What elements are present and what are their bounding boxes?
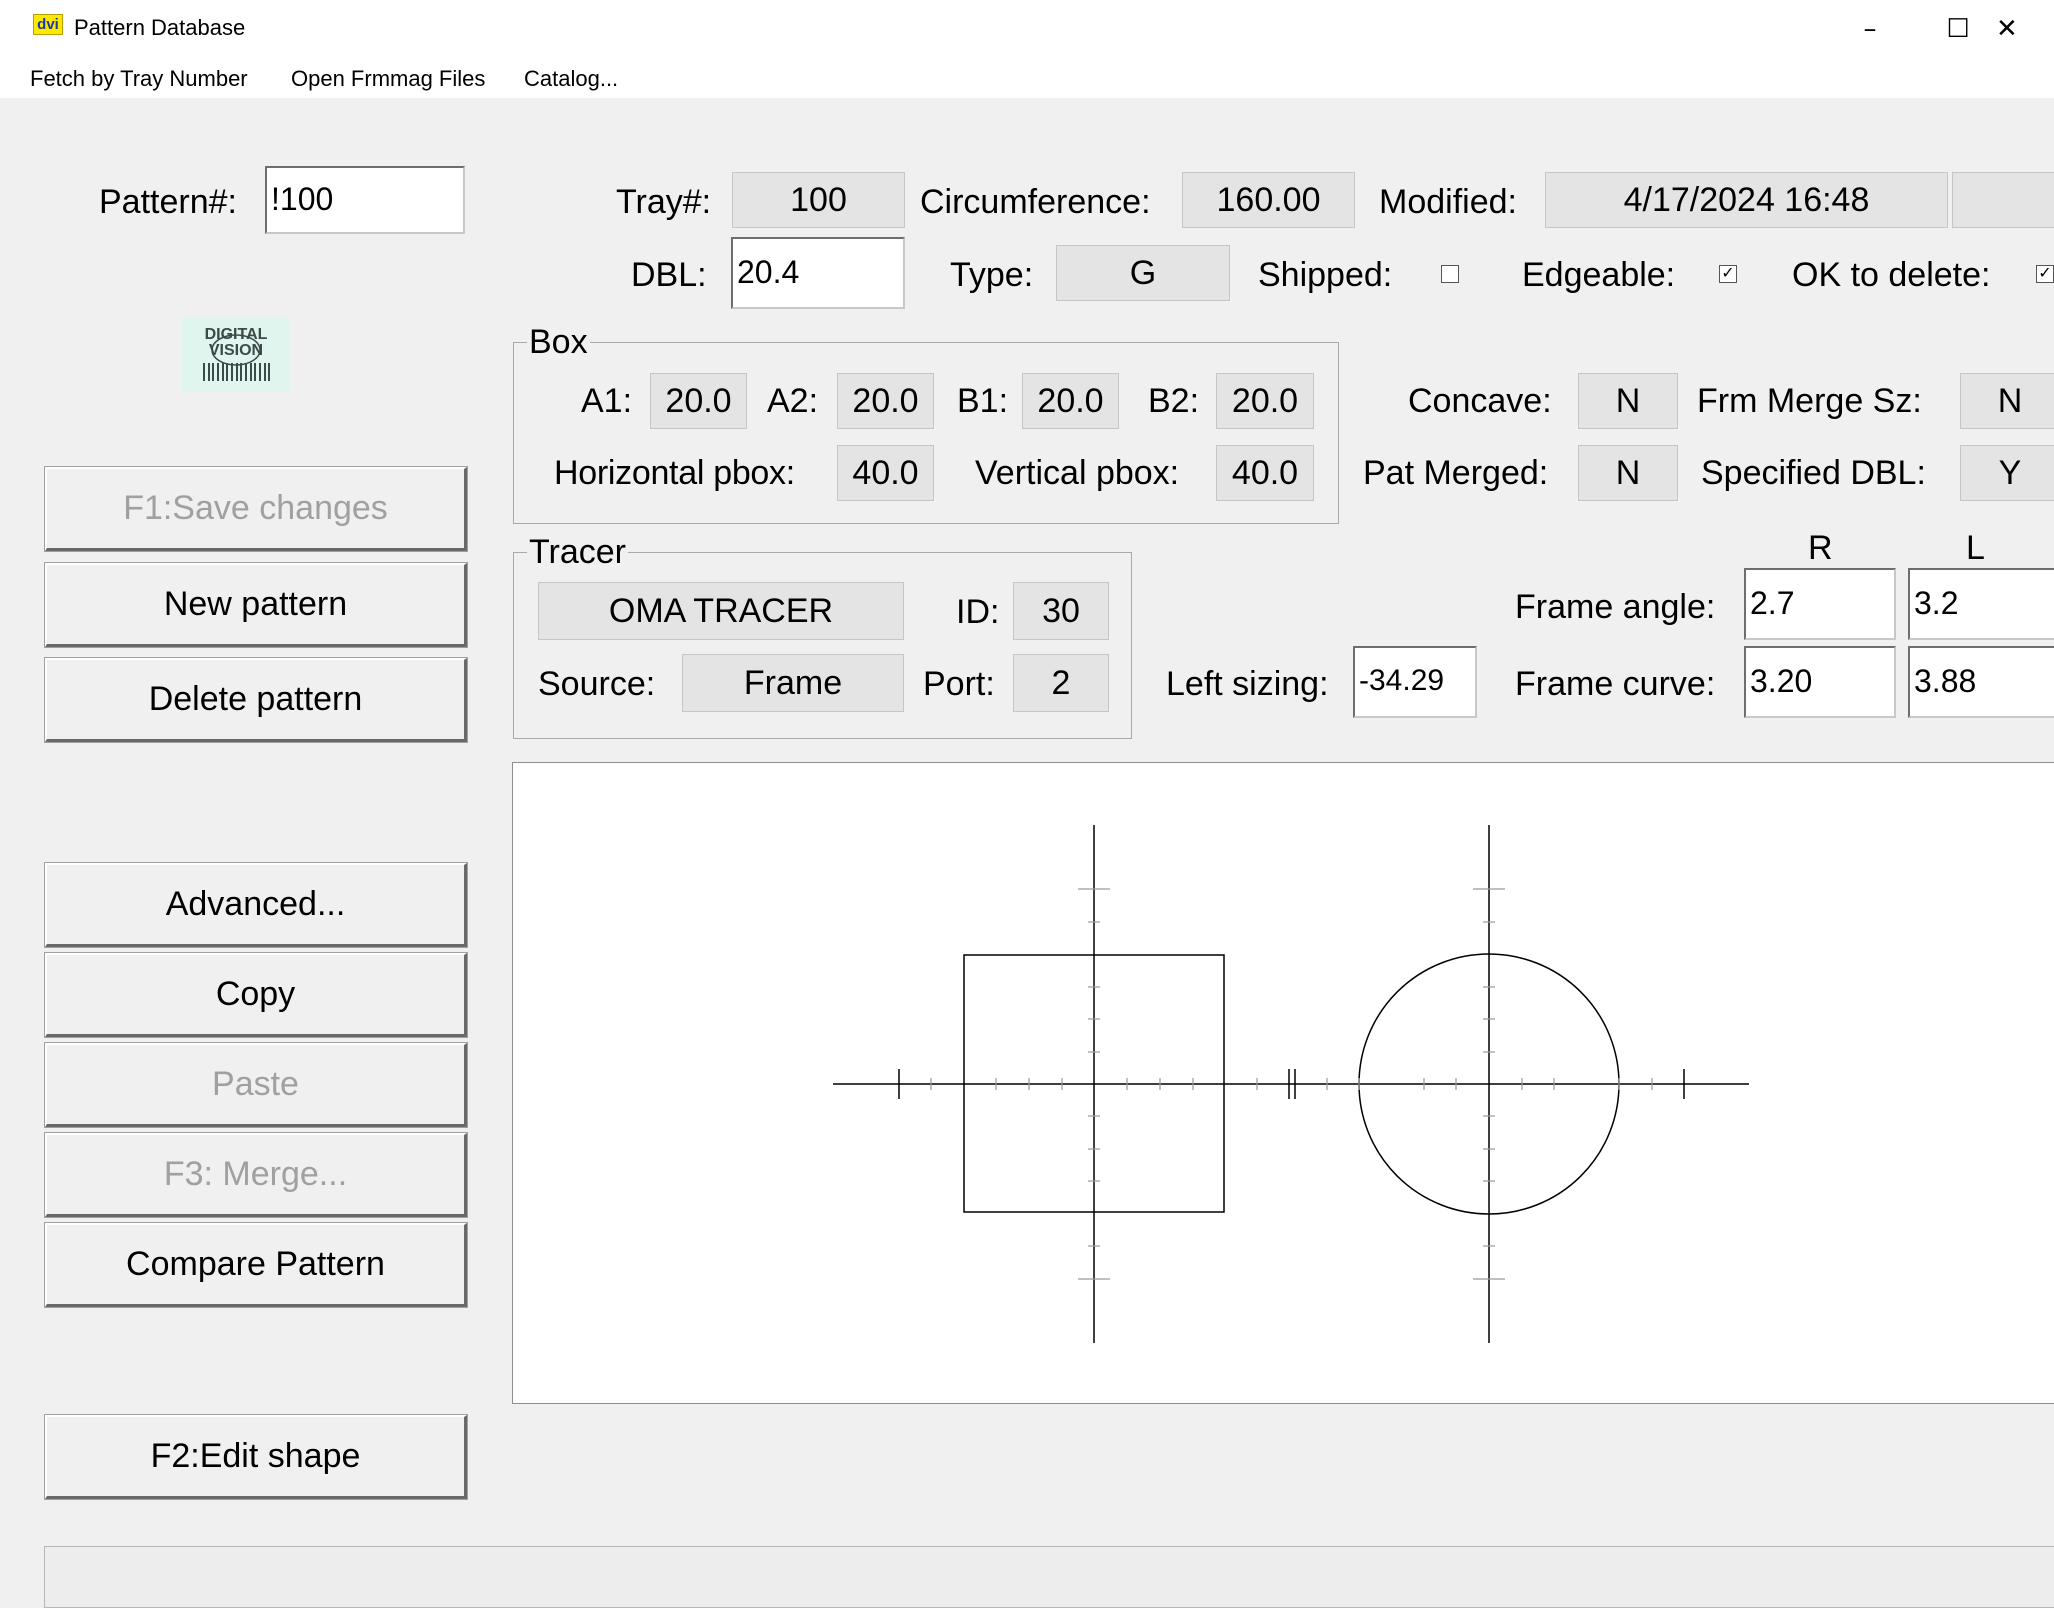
edgeable-label: Edgeable:	[1522, 256, 1676, 294]
a2-label: A2:	[767, 382, 819, 420]
a1-label: A1:	[581, 382, 633, 420]
frame-curve-right-input[interactable]: 3.20	[1744, 646, 1896, 718]
dvi-app-icon: dvi	[33, 14, 63, 35]
svg-text:VISION: VISION	[209, 342, 263, 359]
specified-dbl-value: Y	[1960, 445, 2054, 501]
maximize-icon[interactable]: ☐	[1918, 0, 1998, 58]
type-label: Type:	[950, 256, 1034, 294]
port-label: Port:	[923, 665, 995, 703]
tracer-name-value: OMA TRACER	[538, 582, 904, 640]
edgeable-checkbox[interactable]: ✓	[1719, 265, 1737, 283]
copy-button[interactable]: Copy	[45, 953, 467, 1037]
concave-value: N	[1578, 373, 1678, 429]
vertical-pbox-label: Vertical pbox:	[975, 454, 1180, 492]
tray-value: 100	[732, 172, 905, 228]
b2-label: B2:	[1148, 382, 1200, 420]
horizontal-pbox-label: Horizontal pbox:	[554, 454, 795, 492]
circumference-label: Circumference:	[920, 183, 1151, 221]
window-title: Pattern Database	[74, 15, 246, 40]
type-value: G	[1056, 245, 1230, 301]
source-label: Source:	[538, 665, 656, 703]
digital-vision-logo-icon: DIGITAL VISION	[203, 326, 270, 381]
ok-to-delete-label: OK to delete:	[1792, 256, 1991, 294]
horizontal-pbox-value: 40.0	[837, 445, 934, 501]
status-bar	[44, 1546, 2054, 1608]
tray-label: Tray#:	[616, 183, 712, 221]
left-eye-header: L	[1966, 529, 1985, 567]
modified-label: Modified:	[1379, 183, 1517, 221]
frame-angle-label: Frame angle:	[1515, 588, 1716, 626]
modified-value: 4/17/2024 16:48	[1545, 172, 1948, 228]
delete-pattern-button[interactable]: Delete pattern	[45, 658, 467, 742]
shipped-label: Shipped:	[1258, 256, 1393, 294]
minimize-icon[interactable]: –	[1830, 0, 1910, 58]
paste-button[interactable]: Paste	[45, 1043, 467, 1127]
menu-catalog[interactable]: Catalog...	[524, 64, 618, 94]
save-changes-button[interactable]: F1:Save changes	[45, 467, 467, 551]
frame-angle-right-input[interactable]: 2.7	[1744, 568, 1896, 640]
a1-value: 20.0	[650, 373, 747, 429]
pat-merged-label: Pat Merged:	[1363, 454, 1549, 492]
frm-merge-sz-value: N	[1960, 373, 2054, 429]
concave-label: Concave:	[1408, 382, 1552, 420]
tracer-legend: Tracer	[527, 533, 628, 571]
shipped-checkbox[interactable]	[1441, 265, 1459, 283]
frame-curve-left-input[interactable]: 3.88	[1908, 646, 2054, 718]
b1-value: 20.0	[1022, 373, 1119, 429]
circumference-value: 160.00	[1182, 172, 1355, 228]
dbl-input[interactable]: 20.4	[731, 237, 905, 309]
frame-curve-label: Frame curve:	[1515, 665, 1716, 703]
specified-dbl-label: Specified DBL:	[1701, 454, 1926, 492]
tracer-id-label: ID:	[956, 593, 1000, 631]
left-sizing-input[interactable]: -34.29	[1353, 646, 1477, 718]
left-sizing-label: Left sizing:	[1166, 665, 1329, 703]
advanced-button[interactable]: Advanced...	[45, 863, 467, 947]
pattern-shape-canvas[interactable]	[512, 762, 2054, 1404]
vertical-pbox-value: 40.0	[1216, 445, 1314, 501]
close-icon[interactable]: ✕	[1996, 0, 2054, 58]
tracer-id-value: 30	[1013, 582, 1109, 640]
b1-label: B1:	[957, 382, 1009, 420]
dbl-label: DBL:	[631, 256, 707, 294]
title-bar	[0, 0, 2054, 58]
pattern-shape-drawing	[833, 825, 1749, 1343]
frm-merge-sz-label: Frm Merge Sz:	[1697, 382, 1922, 420]
b2-value: 20.0	[1216, 373, 1314, 429]
merge-button[interactable]: F3: Merge...	[45, 1133, 467, 1217]
menu-fetch-by-tray[interactable]: Fetch by Tray Number	[30, 64, 248, 94]
a2-value: 20.0	[837, 373, 934, 429]
right-eye-header: R	[1808, 529, 1833, 567]
menu-open-frmmag[interactable]: Open Frmmag Files	[291, 64, 485, 94]
modified-extra-field	[1952, 172, 2054, 228]
frame-angle-left-input[interactable]: 3.2	[1908, 568, 2054, 640]
pattern-label: Pattern#:	[99, 183, 237, 221]
source-value: Frame	[682, 654, 904, 712]
pat-merged-value: N	[1578, 445, 1678, 501]
compare-pattern-button[interactable]: Compare Pattern	[45, 1223, 467, 1307]
port-value: 2	[1013, 654, 1109, 712]
pattern-number-input[interactable]: !100	[265, 166, 465, 234]
new-pattern-button[interactable]: New pattern	[45, 563, 467, 647]
edit-shape-button[interactable]: F2:Edit shape	[45, 1415, 467, 1499]
box-legend: Box	[527, 323, 590, 361]
digital-vision-logo: DIGITAL VISION	[182, 317, 290, 391]
ok-to-delete-checkbox[interactable]: ✓	[2036, 265, 2054, 283]
